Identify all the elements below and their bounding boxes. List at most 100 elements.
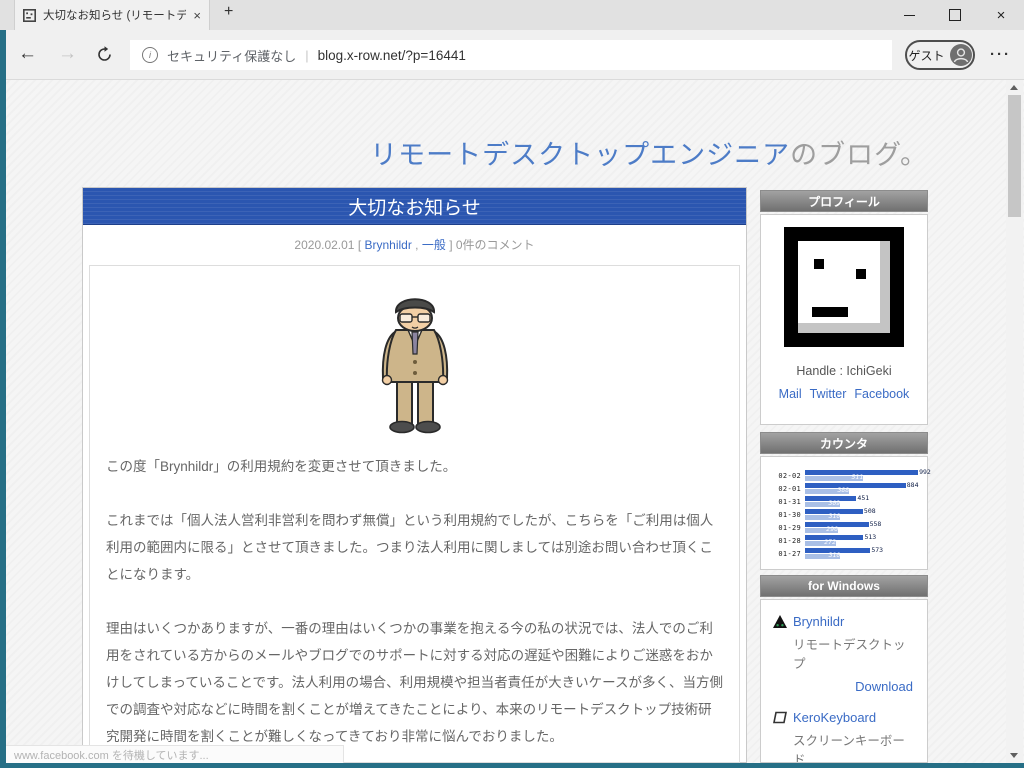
refresh-button[interactable] — [96, 46, 113, 69]
chart-row: 01-28 513 272 — [769, 534, 919, 547]
meta-comments: ] 0件のコメント — [445, 238, 535, 252]
guest-label: ゲスト — [908, 48, 945, 63]
chart-bars: 558 290 — [805, 520, 919, 533]
chart-value: 573 — [871, 546, 884, 554]
chart-date-label: 01-27 — [778, 549, 801, 558]
chart-bar-light: 290 — [805, 525, 839, 533]
chart-bars: 573 310 — [805, 546, 919, 559]
back-button[interactable]: ← — [18, 43, 37, 65]
mail-link[interactable]: Mail — [779, 387, 802, 401]
brynhildr-download-link[interactable]: Download — [855, 679, 913, 694]
status-bar: www.facebook.com を待機しています... — [6, 745, 344, 763]
windows-box: Brynhildr リモートデスクトップ Download KeroKeyboa… — [760, 599, 928, 763]
chart-value: 290 — [826, 525, 839, 533]
brynhildr-link[interactable]: Brynhildr — [793, 614, 844, 629]
profile-links: Mail Twitter Facebook — [771, 385, 917, 403]
scrollbar-thumb[interactable] — [1008, 95, 1021, 217]
more-options-button[interactable]: ··· — [990, 46, 1011, 63]
tab-title: 大切なお知らせ (リモートデスクトップ — [43, 10, 187, 22]
chart-bars: 451 309 — [805, 494, 919, 507]
chart-date-label: 02-02 — [778, 471, 801, 480]
close-button[interactable]: × — [978, 0, 1024, 30]
chart-bar-light: 511 — [805, 473, 864, 481]
chart-value: 511 — [851, 473, 864, 481]
guest-profile-button[interactable]: ゲスト — [905, 40, 975, 70]
chart-row: 01-31 451 309 — [769, 495, 919, 508]
scroll-down-icon[interactable] — [1010, 753, 1018, 758]
article-meta: 2020.02.01 [ Brynhildr , 一般 ] 0件のコメント — [83, 236, 746, 253]
chart-bars: 884 388 — [805, 481, 919, 494]
chart-date-label: 01-31 — [778, 497, 801, 506]
avatar-icon — [949, 44, 972, 66]
paragraph-2: これまでは「個人法人営利非営利を問わず無償」という利用規約でしたが、こちらを「ご… — [106, 513, 714, 582]
chart-value: 513 — [864, 533, 877, 541]
kerokeyboard-icon — [773, 711, 787, 723]
profile-handle: Handle : IchiGeki — [796, 364, 892, 378]
site-title: リモートデスクトップエンジニアのブログ。 — [82, 133, 928, 172]
site-title-accent: リモートデスクトップエンジニア — [370, 140, 791, 170]
article-title: 大切なお知らせ — [83, 188, 746, 225]
minimize-button[interactable] — [886, 0, 932, 30]
chart-value: 992 — [919, 468, 931, 476]
meta-date: 2020.02.01 [ — [294, 238, 365, 252]
chart-bar-light: 310 — [805, 551, 841, 559]
maximize-icon — [949, 9, 961, 21]
chart-value: 388 — [837, 486, 850, 494]
info-icon[interactable]: i — [142, 47, 158, 63]
counter-chart: 02-02 992 511 02-01 884 388 01-31 451 309 01-30 50… — [769, 469, 931, 560]
chart-row: 01-29 558 290 — [769, 521, 919, 534]
chart-row: 01-30 508 310 — [769, 508, 919, 521]
chart-value: 558 — [869, 520, 882, 528]
counter-header: カウンタ — [760, 432, 928, 454]
browser-tab[interactable]: 大切なお知らせ (リモートデスクトップ × — [14, 0, 210, 30]
address-bar: ← → i セキュリティ保護なし | blog.x-row.net/?p=164… — [0, 30, 1024, 80]
url-text: blog.x-row.net/?p=16441 — [317, 47, 466, 63]
favicon-icon — [23, 8, 36, 22]
maximize-button[interactable] — [932, 0, 978, 30]
scroll-up-icon[interactable] — [1010, 85, 1018, 90]
profile-box: Handle : IchiGeki Mail Twitter Facebook — [760, 214, 928, 425]
chart-bar-light: 310 — [805, 512, 841, 520]
tab-bar: 大切なお知らせ (リモートデスクトップ × + × — [0, 0, 1024, 30]
minimize-icon — [903, 14, 915, 16]
chart-value: 272 — [824, 538, 836, 546]
profile-face-image — [784, 227, 904, 347]
chart-bars: 992 511 — [805, 469, 931, 481]
chart-bar-light: 309 — [805, 499, 841, 507]
article-card: 大切なお知らせ 2020.02.01 [ Brynhildr , 一般 ] 0件… — [82, 187, 747, 763]
chart-bar-dark — [805, 483, 906, 488]
counter-box: 02-02 992 511 02-01 884 388 01-31 451 309 01-30 50… — [760, 456, 931, 570]
url-field[interactable]: i セキュリティ保護なし | blog.x-row.net/?p=16441 — [130, 40, 892, 70]
chart-value: 310 — [828, 551, 841, 559]
meta-separator: , — [411, 238, 422, 252]
chart-date-label: 01-30 — [778, 510, 801, 519]
sidebar: プロフィール Handle : IchiGeki Mail Twitter Face… — [760, 190, 931, 763]
new-tab-button[interactable]: + — [224, 3, 233, 21]
chart-value: 309 — [828, 499, 841, 507]
meta-category-link[interactable]: 一般 — [422, 238, 446, 252]
brynhildr-desc: リモートデスクトップ — [793, 638, 906, 671]
chart-value: 451 — [857, 494, 870, 502]
window-controls: × — [886, 0, 1024, 30]
chart-value: 508 — [863, 507, 876, 515]
kerokeyboard-link[interactable]: KeroKeyboard — [793, 710, 876, 725]
status-text: www.facebook.com を待機しています... — [14, 749, 209, 762]
paragraph-3: 理由はいくつかありますが、一番の理由はいくつかの事業を抱える今の私の状況では、法… — [106, 621, 723, 744]
meta-author-link[interactable]: Brynhildr — [364, 238, 411, 252]
site-title-rest: のブログ。 — [790, 140, 928, 170]
list-item: Brynhildr — [773, 614, 915, 629]
chart-bar-light: 388 — [805, 486, 850, 494]
page-content: リモートデスクトップエンジニアのブログ。 大切なお知らせ 2020.02.01 … — [0, 80, 1024, 763]
twitter-link[interactable]: Twitter — [810, 387, 847, 401]
chart-value: 310 — [828, 512, 841, 520]
article-body: この度「Brynhildr」の利用規約を変更させて頂きました。 これまでは「個人… — [89, 265, 740, 763]
chart-date-label: 01-29 — [778, 523, 801, 532]
chart-date-label: 02-01 — [778, 484, 801, 493]
chart-bars: 508 310 — [805, 507, 919, 520]
window-frame-bottom — [0, 763, 1024, 768]
scrollbar[interactable] — [1006, 80, 1023, 763]
chart-value: 884 — [906, 481, 919, 489]
tab-close-icon[interactable]: × — [193, 8, 201, 23]
chart-bar-light: 272 — [805, 538, 836, 546]
facebook-link[interactable]: Facebook — [854, 387, 909, 401]
